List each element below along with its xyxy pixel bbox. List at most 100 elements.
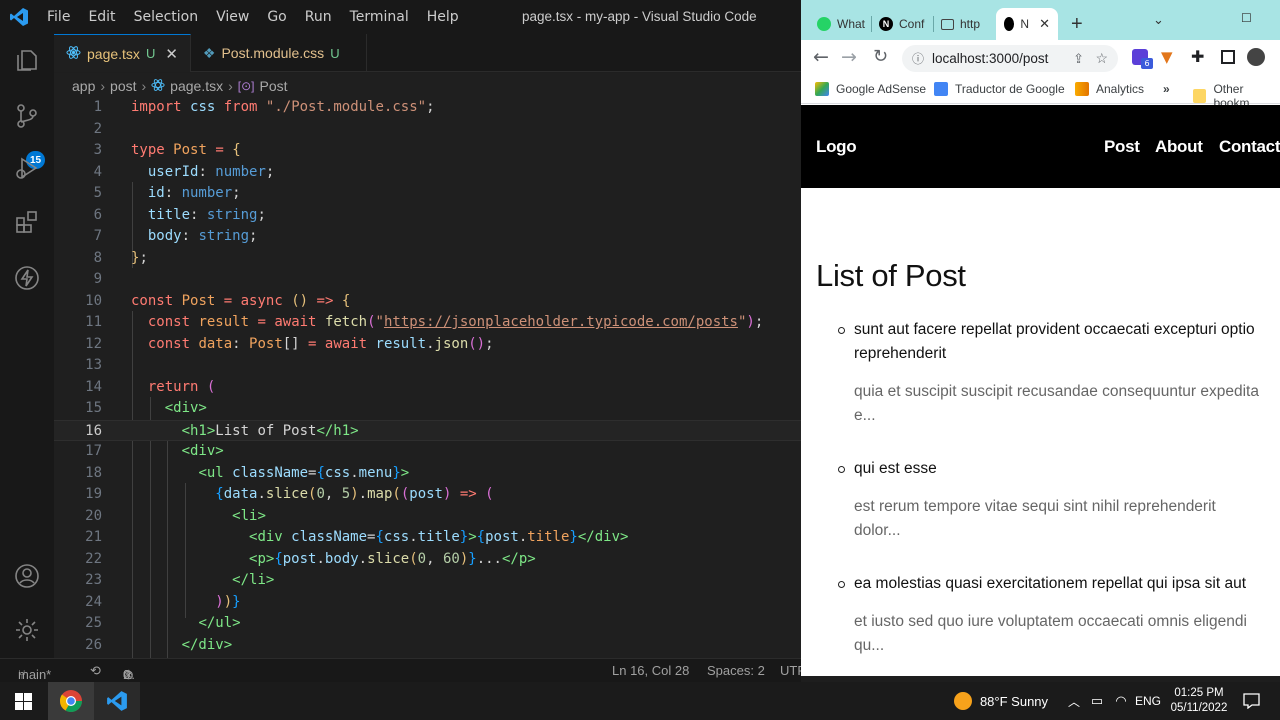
tab-label: page.tsx <box>87 45 140 62</box>
code-line: 3 type Post = { <box>93 142 241 158</box>
code-line: 2 <box>93 120 102 137</box>
indentation-setting[interactable]: Spaces: 2 <box>707 663 765 678</box>
chrome-taskbar-icon[interactable] <box>48 682 94 720</box>
browser-tab-whatsapp[interactable]: What <box>817 8 865 40</box>
breadcrumb-post[interactable]: post <box>110 78 136 94</box>
forward-arrow-icon[interactable]: → <box>841 46 857 68</box>
windows-taskbar: 88°F Sunny ︿ ▭ ◠ ENG 01:25 PM 05/11/2022 <box>0 682 1280 720</box>
page-icon <box>941 18 954 30</box>
vscode-taskbar-icon[interactable] <box>94 682 140 720</box>
clock[interactable]: 01:25 PM 05/11/2022 <box>1166 682 1232 720</box>
profile-avatar[interactable] <box>1247 48 1265 66</box>
chrome-window: What N Conf http N ✕ + ⌄ ☐ ← → ↻ ⓘ local… <box>801 0 1280 676</box>
nextjs-icon: N <box>879 17 893 31</box>
menu-edit[interactable]: Edit <box>79 9 124 25</box>
explorer-icon[interactable] <box>0 36 54 84</box>
tab-page-tsx[interactable]: page.tsx U ✕ <box>54 34 191 72</box>
code-line: 26 </div> <box>85 636 233 653</box>
vscode-logo-icon[interactable] <box>0 0 38 34</box>
site-logo[interactable]: Logo <box>816 137 857 157</box>
react-icon <box>151 78 165 95</box>
code-line: 5 id: number; <box>93 185 241 201</box>
post-excerpt: quia et suscipit suscipit recusandae con… <box>854 383 1259 424</box>
bookmark-translate[interactable]: Traductor de Google <box>934 82 1065 96</box>
vscode-title-bar: File Edit Selection View Go Run Terminal… <box>0 0 801 34</box>
menu-file[interactable]: File <box>38 9 79 25</box>
code-line: 13 <box>85 357 102 373</box>
bookmark-analytics[interactable]: Analytics <box>1075 82 1144 96</box>
bookmark-star-icon[interactable]: ☆ <box>1095 50 1108 67</box>
menu-view[interactable]: View <box>207 9 258 25</box>
breadcrumb-symbol[interactable]: Post <box>260 78 288 94</box>
battery-icon[interactable]: ▭ <box>1088 682 1106 720</box>
tab-close-button[interactable]: ✕ <box>165 45 178 63</box>
accounts-icon[interactable] <box>0 552 54 600</box>
run-debug-icon[interactable] <box>0 144 54 192</box>
tab-separator <box>871 16 872 32</box>
code-line: 1 import css from "./Post.module.css"; <box>93 99 435 115</box>
wifi-icon[interactable]: ◠ <box>1112 682 1130 720</box>
list-item: sunt aut facere repellat provident occae… <box>838 318 1264 428</box>
back-arrow-icon[interactable]: ← <box>813 46 829 68</box>
post-excerpt: est rerum tempore vitae sequi sint nihil… <box>854 498 1216 539</box>
sync-icon[interactable]: ⟲ <box>90 663 101 679</box>
bookmarks-bar: Google AdSense Traductor de Google Analy… <box>801 76 1280 110</box>
tab-separator <box>933 16 934 32</box>
maximize-window-icon[interactable]: ☐ <box>1241 2 1252 34</box>
share-icon[interactable]: ⇪ <box>1073 51 1084 67</box>
react-icon <box>66 45 81 63</box>
menu-help[interactable]: Help <box>418 9 468 25</box>
untracked-badge: U <box>330 45 340 61</box>
browser-tab-http[interactable]: http <box>941 8 980 40</box>
editor-tabs: page.tsx U ✕ ❖ Post.module.css U <box>54 34 801 72</box>
side-panel-icon[interactable] <box>1221 50 1235 64</box>
settings-gear-icon[interactable] <box>0 606 54 654</box>
code-line: 23 </li> <box>85 572 275 588</box>
tab-search-chevron-icon[interactable]: ⌄ <box>1153 4 1164 36</box>
code-editor[interactable]: 1 import css from "./Post.module.css"; 2 … <box>54 96 801 658</box>
reload-icon[interactable]: ↻ <box>873 46 888 67</box>
nav-link-contact[interactable]: Contact <box>1219 137 1280 157</box>
metamask-icon[interactable]: ▼ <box>1161 48 1173 66</box>
code-line: 10 const Post = async () => { <box>85 292 351 309</box>
adsense-icon <box>815 82 829 96</box>
folder-icon <box>1193 89 1207 103</box>
windows-start-icon[interactable] <box>0 682 46 720</box>
post-excerpt: et iusto sed quo iure voluptatem occaeca… <box>854 613 1247 654</box>
lightning-extension-icon[interactable] <box>0 254 54 302</box>
code-line: 11 const result = await fetch("https://j… <box>85 314 764 330</box>
menu-selection[interactable]: Selection <box>125 9 208 25</box>
nav-link-post[interactable]: Post <box>1104 137 1140 157</box>
browser-tab-conf[interactable]: N Conf <box>879 8 924 40</box>
language-indicator[interactable]: ENG <box>1134 682 1162 720</box>
browser-tab-strip: What N Conf http N ✕ + ⌄ ☐ <box>801 0 1280 40</box>
chevron-right-icon: › <box>141 78 147 94</box>
menu-terminal[interactable]: Terminal <box>341 9 418 25</box>
more-bookmarks-icon[interactable]: » <box>1163 82 1170 96</box>
code-line: 21 <div className={css.title}>{post.titl… <box>85 529 629 545</box>
css-file-icon: ❖ <box>202 44 216 61</box>
tray-chevron-up-icon[interactable]: ︿ <box>1066 682 1082 720</box>
site-info-icon[interactable]: ⓘ <box>912 50 924 67</box>
breadcrumb-file[interactable]: page.tsx <box>170 78 223 94</box>
address-bar[interactable]: ⓘ localhost:3000/post ⇪ ☆ <box>902 45 1118 72</box>
list-item: qui est esse est rerum tempore vitae seq… <box>838 457 1264 543</box>
tab-post-module-css[interactable]: ❖ Post.module.css U <box>191 34 367 72</box>
extensions-puzzle-icon[interactable]: ✚ <box>1191 47 1204 66</box>
browser-tab-active[interactable]: N ✕ <box>996 8 1058 40</box>
source-control-icon[interactable] <box>0 92 54 140</box>
menu-run[interactable]: Run <box>296 9 341 25</box>
new-tab-button[interactable]: + <box>1071 8 1083 40</box>
breadcrumb-app[interactable]: app <box>72 78 95 94</box>
code-line: 24 ))} <box>85 593 241 610</box>
extensions-icon[interactable] <box>0 198 54 246</box>
list-item: ea molestias quasi exercitationem repell… <box>838 572 1264 658</box>
weather-widget[interactable]: 88°F Sunny <box>946 682 1056 720</box>
notifications-icon[interactable] <box>1236 682 1266 720</box>
tab-close-icon[interactable]: ✕ <box>1039 16 1050 32</box>
bookmark-adsense[interactable]: Google AdSense <box>815 82 926 96</box>
site-content: List of Post sunt aut facere repellat pr… <box>801 188 1280 676</box>
cursor-position[interactable]: Ln 16, Col 28 <box>612 663 689 678</box>
menu-go[interactable]: Go <box>258 9 295 25</box>
nav-link-about[interactable]: About <box>1155 137 1203 157</box>
